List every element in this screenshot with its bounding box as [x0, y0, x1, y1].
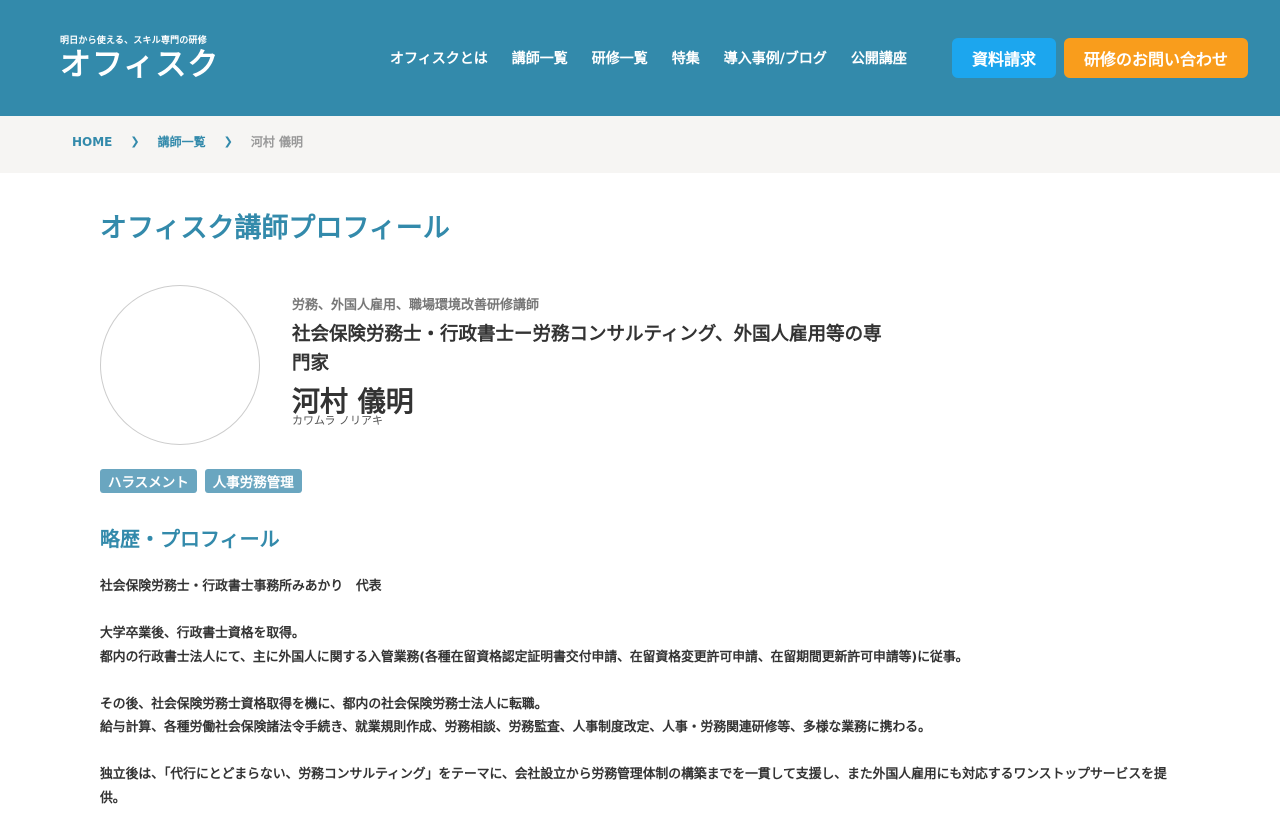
section-title-biography: 略歴・プロフィール [100, 527, 280, 551]
main-nav: オフィスクとは 講師一覧 研修一覧 特集 導入事例/ブログ 公開講座 [378, 48, 919, 68]
tag-harassment[interactable]: ハラスメント [100, 469, 197, 493]
chevron-right-icon: ❯ [223, 135, 233, 148]
biography-text: 社会保険労務士・行政書士事務所みあかり 代表 大学卒業後、行政書士資格を取得。 … [100, 575, 1185, 834]
chevron-right-icon: ❯ [130, 135, 140, 148]
bio-line: その後、社会保険労務士資格取得を機に、都内の社会保険労務士法人に転職。 [100, 696, 548, 712]
training-inquiry-button[interactable]: 研修のお問い合わせ [1064, 38, 1248, 78]
bio-line: 社会保険労務士・行政書士事務所みあかり 代表 [100, 579, 382, 594]
instructor-name-kana: カワムラ ノリアキ [292, 414, 383, 427]
nav-cases-blog[interactable]: 導入事例/ブログ [724, 48, 827, 68]
bio-paragraph: 大学卒業後、行政書士資格を取得。 都内の行政書士法人にて、主に外国人に関する入管… [100, 622, 1185, 669]
site-header: 明日から使える、スキル専門の研修 オフィスク オフィスクとは 講師一覧 研修一覧… [0, 0, 1280, 116]
breadcrumb: HOME ❯ 講師一覧 ❯ 河村 儀明 [0, 116, 1280, 173]
tag-hr-labor-management[interactable]: 人事労務管理 [204, 469, 302, 493]
site-logo[interactable]: 明日から使える、スキル専門の研修 オフィスク [60, 33, 219, 82]
document-request-button[interactable]: 資料請求 [952, 38, 1056, 78]
bio-paragraph: その後、社会保険労務士資格取得を機に、都内の社会保険労務士法人に転職。 給与計算… [100, 693, 1185, 740]
tag-list: ハラスメント 人事労務管理 [100, 469, 310, 493]
bio-line: 都内の行政書士法人にて、主に外国人に関する入管業務(各種在留資格認定証明書交付申… [100, 649, 969, 665]
nav-about[interactable]: オフィスクとは [390, 48, 488, 68]
breadcrumb-instructors[interactable]: 講師一覧 [158, 133, 206, 150]
breadcrumb-home[interactable]: HOME [72, 135, 112, 149]
nav-trainings[interactable]: 研修一覧 [592, 48, 648, 68]
nav-instructors[interactable]: 講師一覧 [512, 48, 568, 68]
logo-text: オフィスク [60, 47, 220, 83]
avatar [100, 285, 260, 445]
bio-line: 給与計算、各種労働社会保険諸法令手続き、就業規則作成、労務相談、労務監査、人事制… [100, 720, 931, 735]
instructor-headline: 社会保険労務士・行政書士ー労務コンサルティング、外国人雇用等の専門家 [292, 324, 882, 374]
bio-line: 大学卒業後、行政書士資格を取得。 [100, 626, 305, 641]
page-title: オフィスク講師プロフィール [100, 213, 450, 244]
bio-paragraph: 独立後は、「代行にとどまらない、労務コンサルティング」をテーマに、会社設立から労… [100, 763, 1185, 810]
nav-features[interactable]: 特集 [672, 48, 700, 68]
instructor-role: 労務、外国人雇用、職場環境改善研修講師 [292, 298, 540, 313]
bio-paragraph: 社会保険労務士・行政書士事務所みあかり 代表 [100, 575, 1185, 599]
nav-public-courses[interactable]: 公開講座 [851, 48, 907, 68]
breadcrumb-current: 河村 儀明 [250, 135, 304, 149]
logo-tagline: 明日から使える、スキル専門の研修 [60, 36, 207, 46]
